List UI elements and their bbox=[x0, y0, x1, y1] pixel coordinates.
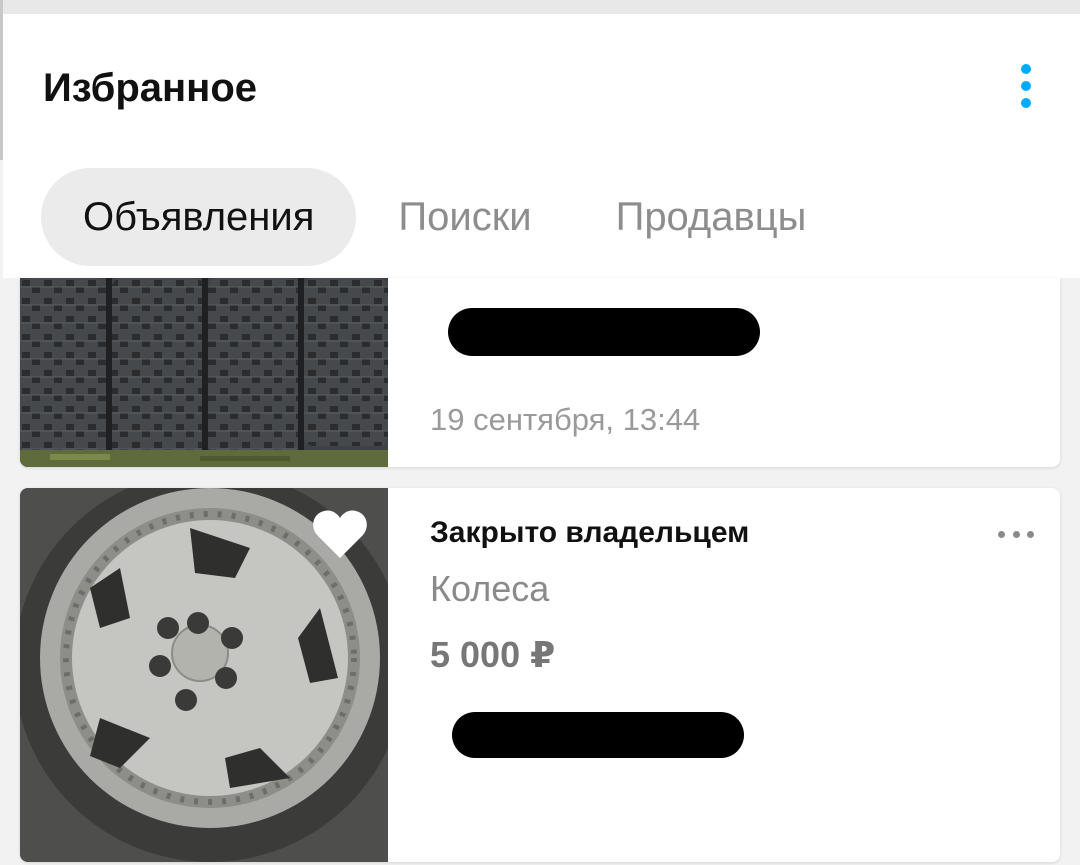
favorites-screen: Избранное Объявления Поиски Продавцы 19 … bbox=[0, 0, 1080, 865]
tab-listings[interactable]: Объявления bbox=[41, 168, 357, 266]
listing-card[interactable]: 19 сентября, 13:44 bbox=[20, 278, 1060, 467]
header: Избранное Объявления Поиски Продавцы bbox=[3, 14, 1080, 278]
tab-searches[interactable]: Поиски bbox=[356, 168, 573, 266]
tab-bar: Объявления Поиски Продавцы bbox=[41, 168, 848, 266]
listing-thumbnail[interactable] bbox=[20, 488, 388, 862]
listing-thumbnail[interactable] bbox=[20, 278, 388, 467]
listing-card[interactable]: Закрыто владельцем Колеса 5 000 ₽ bbox=[20, 488, 1060, 862]
page-title: Избранное bbox=[43, 66, 258, 110]
redacted-text bbox=[452, 712, 744, 758]
redacted-text bbox=[448, 308, 760, 356]
vertical-dots-icon[interactable] bbox=[1011, 62, 1041, 110]
listing-title[interactable]: Колеса bbox=[430, 568, 549, 610]
listing-info: 19 сентября, 13:44 bbox=[430, 278, 1060, 467]
listing-price: 5 000 ₽ bbox=[430, 634, 556, 675]
status-text: Закрыто владельцем bbox=[430, 516, 750, 549]
horizontal-dots-icon[interactable] bbox=[998, 524, 1034, 544]
heart-icon[interactable] bbox=[312, 508, 368, 560]
listing-info: Закрыто владельцем Колеса 5 000 ₽ bbox=[430, 488, 1060, 862]
tab-sellers[interactable]: Продавцы bbox=[574, 168, 849, 266]
winter-tires-photo bbox=[20, 278, 388, 467]
listing-date: 19 сентября, 13:44 bbox=[430, 402, 701, 437]
status-bar-strip bbox=[0, 0, 1080, 14]
